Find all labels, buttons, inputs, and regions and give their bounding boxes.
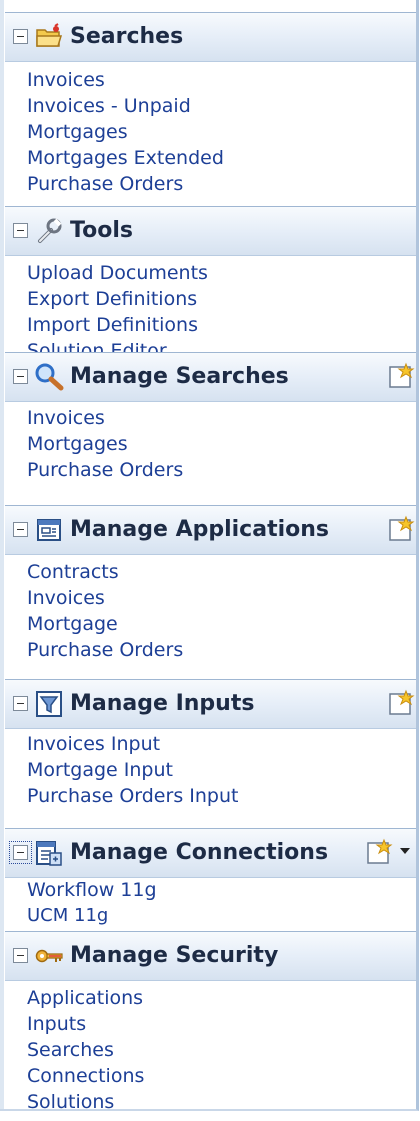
- connection-link-ucm-11g[interactable]: UCM 11g: [27, 903, 157, 929]
- input-link-invoices-input[interactable]: Invoices Input: [27, 731, 238, 757]
- chevron-down-icon[interactable]: [400, 848, 410, 854]
- section-header-manage-connections: Manage Connections: [5, 828, 416, 878]
- link-list: Invoices Invoices - Unpaid Mortgages Mor…: [27, 67, 224, 197]
- section-header-manage-inputs: Manage Inputs: [5, 679, 416, 729]
- section-title: Manage Connections: [70, 840, 329, 865]
- section-manage-security: Manage Security Applications Inputs Sear…: [0, 931, 416, 1113]
- collapse-toggle-icon[interactable]: [13, 522, 28, 537]
- wrench-icon: [34, 216, 64, 246]
- link-list: Upload Documents Export Definitions Impo…: [27, 260, 208, 364]
- new-item-icon[interactable]: [387, 362, 415, 390]
- section-tools: Tools Upload Documents Export Definition…: [0, 206, 416, 362]
- input-link-purchase-orders-input[interactable]: Purchase Orders Input: [27, 783, 238, 809]
- section-manage-inputs: Manage Inputs Invoices Input Mortgage In…: [0, 679, 416, 819]
- manage-search-link-mortgages[interactable]: Mortgages: [27, 431, 183, 457]
- link-list: Applications Inputs Searches Connections…: [27, 985, 144, 1115]
- link-list: Contracts Invoices Mortgage Purchase Ord…: [27, 559, 183, 663]
- connection-link-workflow-11g[interactable]: Workflow 11g: [27, 877, 157, 903]
- collapse-toggle-icon[interactable]: [13, 696, 28, 711]
- application-link-contracts[interactable]: Contracts: [27, 559, 183, 585]
- collapse-toggle-icon[interactable]: [13, 369, 28, 384]
- security-link-solutions[interactable]: Solutions: [27, 1089, 144, 1115]
- new-item-icon[interactable]: [387, 515, 415, 543]
- security-link-searches[interactable]: Searches: [27, 1037, 144, 1063]
- tool-link-import-definitions[interactable]: Import Definitions: [27, 312, 208, 338]
- search-link-invoices-unpaid[interactable]: Invoices - Unpaid: [27, 93, 224, 119]
- folder-icon: [34, 22, 64, 52]
- section-title: Manage Applications: [70, 517, 329, 542]
- magnifier-icon: [34, 362, 64, 392]
- section-header-manage-security: Manage Security: [5, 931, 416, 981]
- section-header-manage-searches: Manage Searches: [5, 352, 416, 402]
- key-icon: [34, 941, 64, 971]
- new-item-icon[interactable]: [365, 838, 393, 866]
- collapse-toggle-icon[interactable]: [13, 29, 28, 44]
- security-link-applications[interactable]: Applications: [27, 985, 144, 1011]
- input-link-mortgage-input[interactable]: Mortgage Input: [27, 757, 238, 783]
- search-link-mortgages[interactable]: Mortgages: [27, 119, 224, 145]
- security-link-inputs[interactable]: Inputs: [27, 1011, 144, 1037]
- search-link-mortgages-extended[interactable]: Mortgages Extended: [27, 145, 224, 171]
- application-link-purchase-orders[interactable]: Purchase Orders: [27, 637, 183, 663]
- section-manage-applications: Manage Applications Contracts Invoices M…: [0, 505, 416, 675]
- tool-link-upload-documents[interactable]: Upload Documents: [27, 260, 208, 286]
- collapse-toggle-icon[interactable]: [13, 948, 28, 963]
- link-list: Invoices Mortgages Purchase Orders: [27, 405, 183, 483]
- funnel-icon: [34, 689, 64, 719]
- application-icon: [34, 515, 64, 545]
- section-title: Tools: [70, 218, 133, 243]
- tool-link-export-definitions[interactable]: Export Definitions: [27, 286, 208, 312]
- section-title: Manage Security: [70, 943, 279, 968]
- search-link-invoices[interactable]: Invoices: [27, 67, 224, 93]
- security-link-connections[interactable]: Connections: [27, 1063, 144, 1089]
- section-header-searches: Searches: [5, 12, 416, 62]
- connection-icon: [34, 838, 64, 868]
- manage-search-link-purchase-orders[interactable]: Purchase Orders: [27, 457, 183, 483]
- collapse-toggle-icon[interactable]: [9, 841, 32, 864]
- section-searches: Searches Invoices Invoices - Unpaid Mort…: [0, 12, 416, 197]
- section-manage-connections: Manage Connections Workflow 11g UCM 11g: [0, 828, 416, 938]
- manage-search-link-invoices[interactable]: Invoices: [27, 405, 183, 431]
- new-item-icon[interactable]: [387, 689, 415, 717]
- section-title: Searches: [70, 24, 184, 49]
- application-link-mortgage[interactable]: Mortgage: [27, 611, 183, 637]
- link-list: Invoices Input Mortgage Input Purchase O…: [27, 731, 238, 809]
- section-title: Manage Inputs: [70, 691, 255, 716]
- application-link-invoices[interactable]: Invoices: [27, 585, 183, 611]
- search-link-purchase-orders[interactable]: Purchase Orders: [27, 171, 224, 197]
- navigation-panel: Searches Invoices Invoices - Unpaid Mort…: [0, 0, 419, 1113]
- collapse-toggle-icon[interactable]: [13, 223, 28, 238]
- section-header-tools: Tools: [5, 206, 416, 256]
- link-list: Workflow 11g UCM 11g: [27, 877, 157, 929]
- section-header-manage-applications: Manage Applications: [5, 505, 416, 555]
- section-manage-searches: Manage Searches Invoices Mortgages Purch…: [0, 352, 416, 512]
- section-title: Manage Searches: [70, 364, 289, 389]
